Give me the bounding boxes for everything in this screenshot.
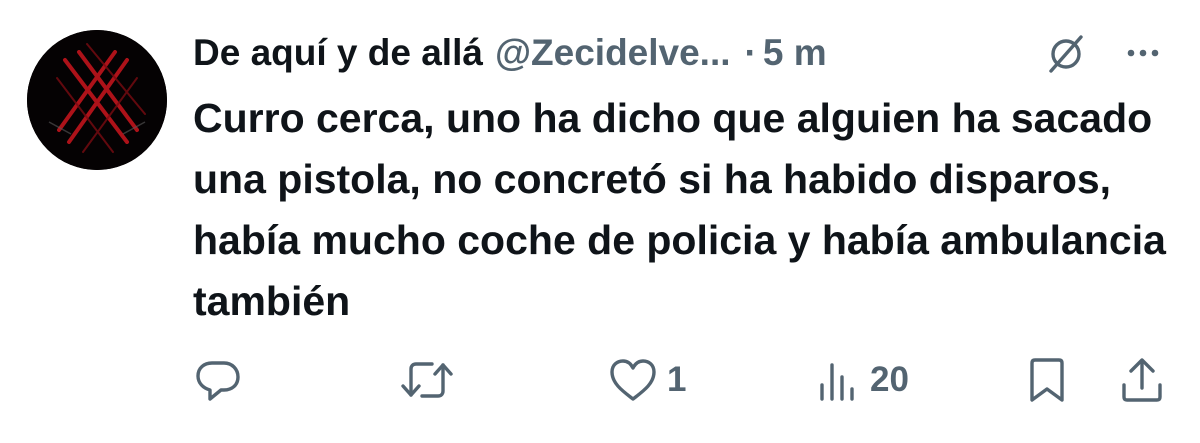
retweet-icon (401, 362, 453, 398)
views-icon (820, 363, 854, 401)
reply-button[interactable] (193, 354, 251, 406)
tweet-timestamp[interactable]: 5 m (763, 28, 827, 78)
reply-icon (196, 361, 240, 401)
avatar-image (27, 30, 167, 170)
avatar[interactable] (27, 30, 167, 170)
author-display-name[interactable]: De aquí y de allá (193, 28, 483, 78)
views-count: 20 (870, 360, 909, 399)
bookmark-button[interactable] (1024, 354, 1070, 406)
grok-icon[interactable] (1043, 30, 1089, 76)
share-icon (1122, 358, 1162, 402)
heart-icon (610, 359, 656, 401)
views-button[interactable]: 20 (814, 354, 909, 406)
like-button[interactable]: 1 (607, 354, 686, 406)
more-options-icon[interactable] (1120, 30, 1166, 76)
author-handle[interactable]: @Zecidelve... (495, 28, 731, 78)
tweet-card[interactable]: De aquí y de allá @Zecidelve... · 5 m Cu… (0, 0, 1200, 443)
like-count: 1 (667, 360, 687, 399)
tweet-text: Curro cerca, uno ha dicho que alguien ha… (193, 95, 1166, 324)
retweet-button[interactable] (398, 354, 464, 406)
tweet-header: De aquí y de allá @Zecidelve... · 5 m (193, 28, 827, 78)
bookmark-icon (1030, 358, 1064, 402)
share-button[interactable] (1119, 354, 1165, 406)
separator-dot: · (744, 32, 757, 73)
